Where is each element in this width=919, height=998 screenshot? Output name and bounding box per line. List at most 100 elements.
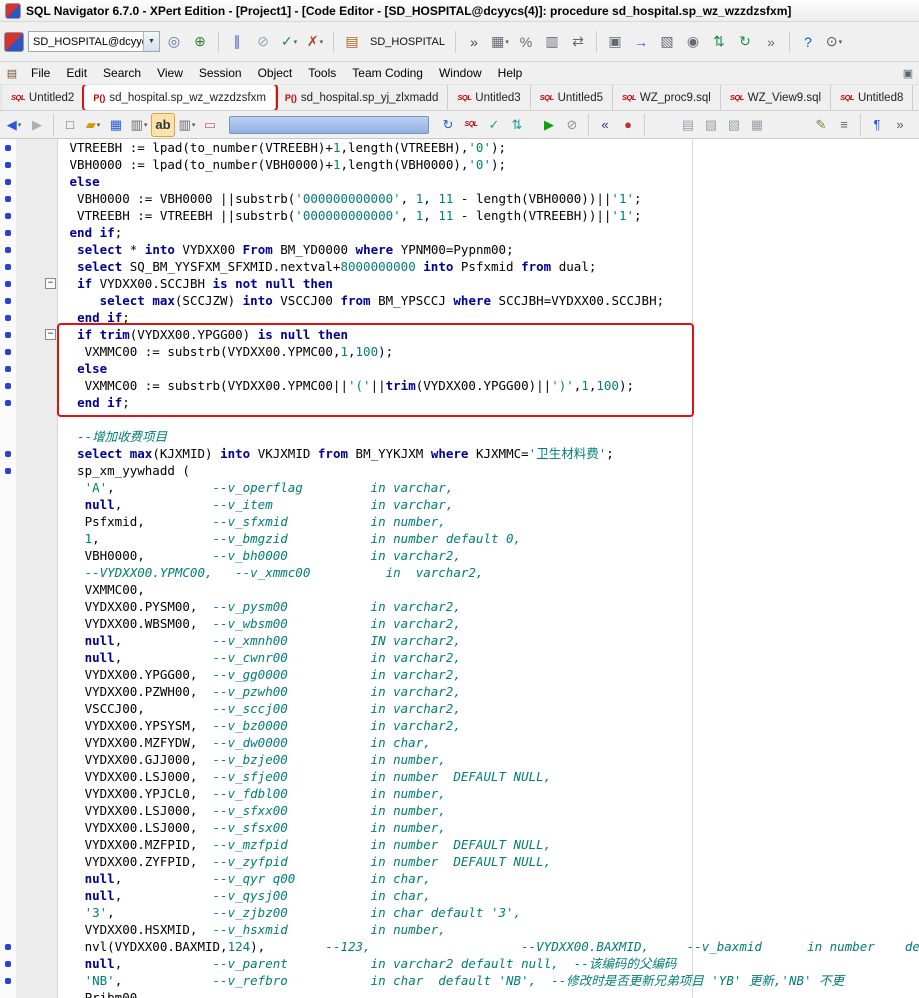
export-data-icon[interactable]: ⇄ — [566, 30, 590, 54]
rollback-icon[interactable]: ✗ ▾ — [303, 30, 327, 54]
find-objects-icon[interactable]: ◉ — [681, 30, 705, 54]
executable-line-dot[interactable] — [5, 382, 11, 389]
code-lines[interactable]: VTREEBH := lpad(to_number(VTREEBH)+1,len… — [0, 139, 919, 998]
web-browser-icon[interactable]: ⊕ — [188, 30, 212, 54]
executable-line-dot[interactable] — [5, 943, 11, 950]
chevron-down-icon[interactable]: ▾ — [839, 38, 843, 46]
new-editor-icon[interactable]: ▣ — [603, 30, 627, 54]
executable-line-dot[interactable] — [5, 399, 11, 406]
executable-line-dot[interactable] — [5, 229, 11, 236]
overflow-icon[interactable]: » — [889, 114, 911, 136]
sqlnav-session-icon[interactable] — [4, 31, 24, 52]
executable-line-dot[interactable] — [5, 450, 11, 457]
menu-view[interactable]: View — [149, 64, 191, 82]
menu-edit[interactable]: Edit — [58, 64, 95, 82]
new-file-icon[interactable]: □ — [59, 114, 81, 136]
tab-unt[interactable]: SQLUnt — [913, 85, 919, 110]
executable-line-dot[interactable] — [5, 280, 11, 287]
check-syntax-icon[interactable]: ✓ — [483, 114, 505, 136]
menu-file[interactable]: File — [23, 64, 58, 82]
editor-doc-icon[interactable]: ▤ — [4, 65, 20, 81]
executable-line-dot[interactable] — [5, 314, 11, 321]
snippets-icon[interactable]: ▧ — [723, 114, 745, 136]
executable-line-dot[interactable] — [5, 977, 11, 984]
executable-line-dot[interactable] — [5, 195, 11, 202]
print-icon[interactable]: ▥ ▾ — [128, 114, 150, 136]
tools-icon[interactable]: ✎ — [810, 114, 832, 136]
tab-sd-hospital-sp-yj-zlxmadd[interactable]: P() sd_hospital.sp_yj_zlxmadd — [275, 85, 449, 110]
tab-untitled3[interactable]: SQL Untitled3 — [448, 85, 531, 110]
tab-untitled5[interactable]: SQL Untitled5 — [530, 85, 613, 110]
step-icon[interactable]: « — [594, 114, 616, 136]
menu-tools[interactable]: Tools — [300, 64, 344, 82]
executable-line-dot[interactable] — [5, 331, 11, 338]
erase-icon[interactable]: ▭ — [199, 114, 221, 136]
chevron-down-icon[interactable]: ▾ — [505, 38, 509, 46]
executable-line-dot[interactable] — [5, 960, 11, 967]
chevron-down-icon[interactable]: ▾ — [320, 38, 324, 46]
execute-current-icon[interactable]: » — [462, 30, 486, 54]
halt-execution-icon[interactable]: ⊘ — [561, 114, 583, 136]
debug-icon[interactable]: ● — [617, 114, 639, 136]
menu-help[interactable]: Help — [490, 64, 531, 82]
tab-untitled2[interactable]: SQL Untitled2 — [2, 85, 85, 110]
executable-line-dot[interactable] — [5, 467, 11, 474]
execute-icon[interactable]: ▶ — [538, 114, 560, 136]
chevron-down-icon[interactable]: ▼ — [143, 32, 159, 51]
chevron-down-icon[interactable]: ▾ — [294, 38, 298, 46]
executable-line-dot[interactable] — [5, 246, 11, 253]
navigate-forward-icon[interactable]: ▶ — [26, 114, 48, 136]
paste-icon[interactable]: ▨ — [700, 114, 722, 136]
executable-line-dot[interactable] — [5, 348, 11, 355]
help-icon[interactable]: ? — [796, 30, 820, 54]
fold-collapse-icon[interactable]: − — [45, 329, 56, 340]
columns-icon[interactable]: ▥ ▾ — [176, 114, 198, 136]
menu-window[interactable]: Window — [431, 64, 490, 82]
child-window-icon[interactable]: ▣ — [900, 65, 916, 81]
stop-icon[interactable]: ⊘ — [251, 30, 275, 54]
menu-session[interactable]: Session — [191, 64, 250, 82]
sql-file-icon[interactable]: SQL — [460, 114, 482, 136]
pause-icon[interactable]: ∥ — [225, 30, 249, 54]
open-file-icon[interactable]: ▰ ▾ — [82, 114, 104, 136]
executable-line-dot[interactable] — [5, 212, 11, 219]
import-icon[interactable]: → — [629, 30, 653, 54]
current-schema-icon[interactable]: ▤ — [340, 30, 364, 54]
output-window-icon[interactable]: ▧ — [655, 30, 679, 54]
chevron-down-icon[interactable]: ▾ — [192, 121, 196, 129]
code-analysis-icon[interactable]: ⇅ — [506, 114, 528, 136]
chevron-down-icon[interactable]: ▾ — [144, 121, 148, 129]
chevron-down-icon[interactable]: ▾ — [97, 121, 101, 129]
team-sync-icon[interactable]: ⇅ — [707, 30, 731, 54]
code-editor[interactable]: VTREEBH := lpad(to_number(VTREEBH)+1,len… — [0, 139, 919, 998]
tab-sd-hospital-sp-wz-wzzdzsfxm[interactable]: P() sd_hospital.sp_wz_wzzdzsfxm — [84, 85, 276, 110]
result-grid-icon[interactable]: ▥ — [540, 30, 564, 54]
menu-search[interactable]: Search — [95, 64, 149, 82]
commit-icon[interactable]: ✓ ▾ — [277, 30, 301, 54]
tab-untitled8[interactable]: SQL Untitled8 — [831, 85, 914, 110]
publish-icon[interactable]: ↻ — [733, 30, 757, 54]
tab-wz-view9-sql[interactable]: SQL WZ_View9.sql — [720, 85, 832, 110]
fold-collapse-icon[interactable]: − — [45, 278, 56, 289]
view-details-icon[interactable]: ◎ — [162, 30, 186, 54]
templates-icon[interactable]: ▦ — [746, 114, 768, 136]
more-tools-icon[interactable]: » — [759, 30, 783, 54]
executable-line-dot[interactable] — [5, 365, 11, 372]
chevron-down-icon[interactable]: ▾ — [18, 121, 22, 129]
executable-line-dot[interactable] — [5, 161, 11, 168]
save-icon[interactable]: ▦ — [105, 114, 127, 136]
outline-icon[interactable]: ≡ — [833, 114, 855, 136]
executable-line-dot[interactable] — [5, 144, 11, 151]
copy-icon[interactable]: ▤ — [677, 114, 699, 136]
quick-search-input[interactable] — [229, 115, 429, 134]
options-icon[interactable]: ⊙ ▾ — [822, 30, 846, 54]
fetch-options-icon[interactable]: ▦ ▾ — [488, 30, 512, 54]
format-code-icon[interactable]: ¶ — [866, 114, 888, 136]
refresh-icon[interactable]: ↻ — [437, 114, 459, 136]
connection-selector[interactable]: SD_HOSPITAL@dcyycs(4)▼ — [28, 31, 160, 52]
syntax-highlight-toggle[interactable]: ab — [151, 112, 175, 137]
executable-line-dot[interactable] — [5, 178, 11, 185]
menu-object[interactable]: Object — [250, 64, 301, 82]
executable-line-dot[interactable] — [5, 263, 11, 270]
percent-icon[interactable]: % — [514, 30, 538, 54]
